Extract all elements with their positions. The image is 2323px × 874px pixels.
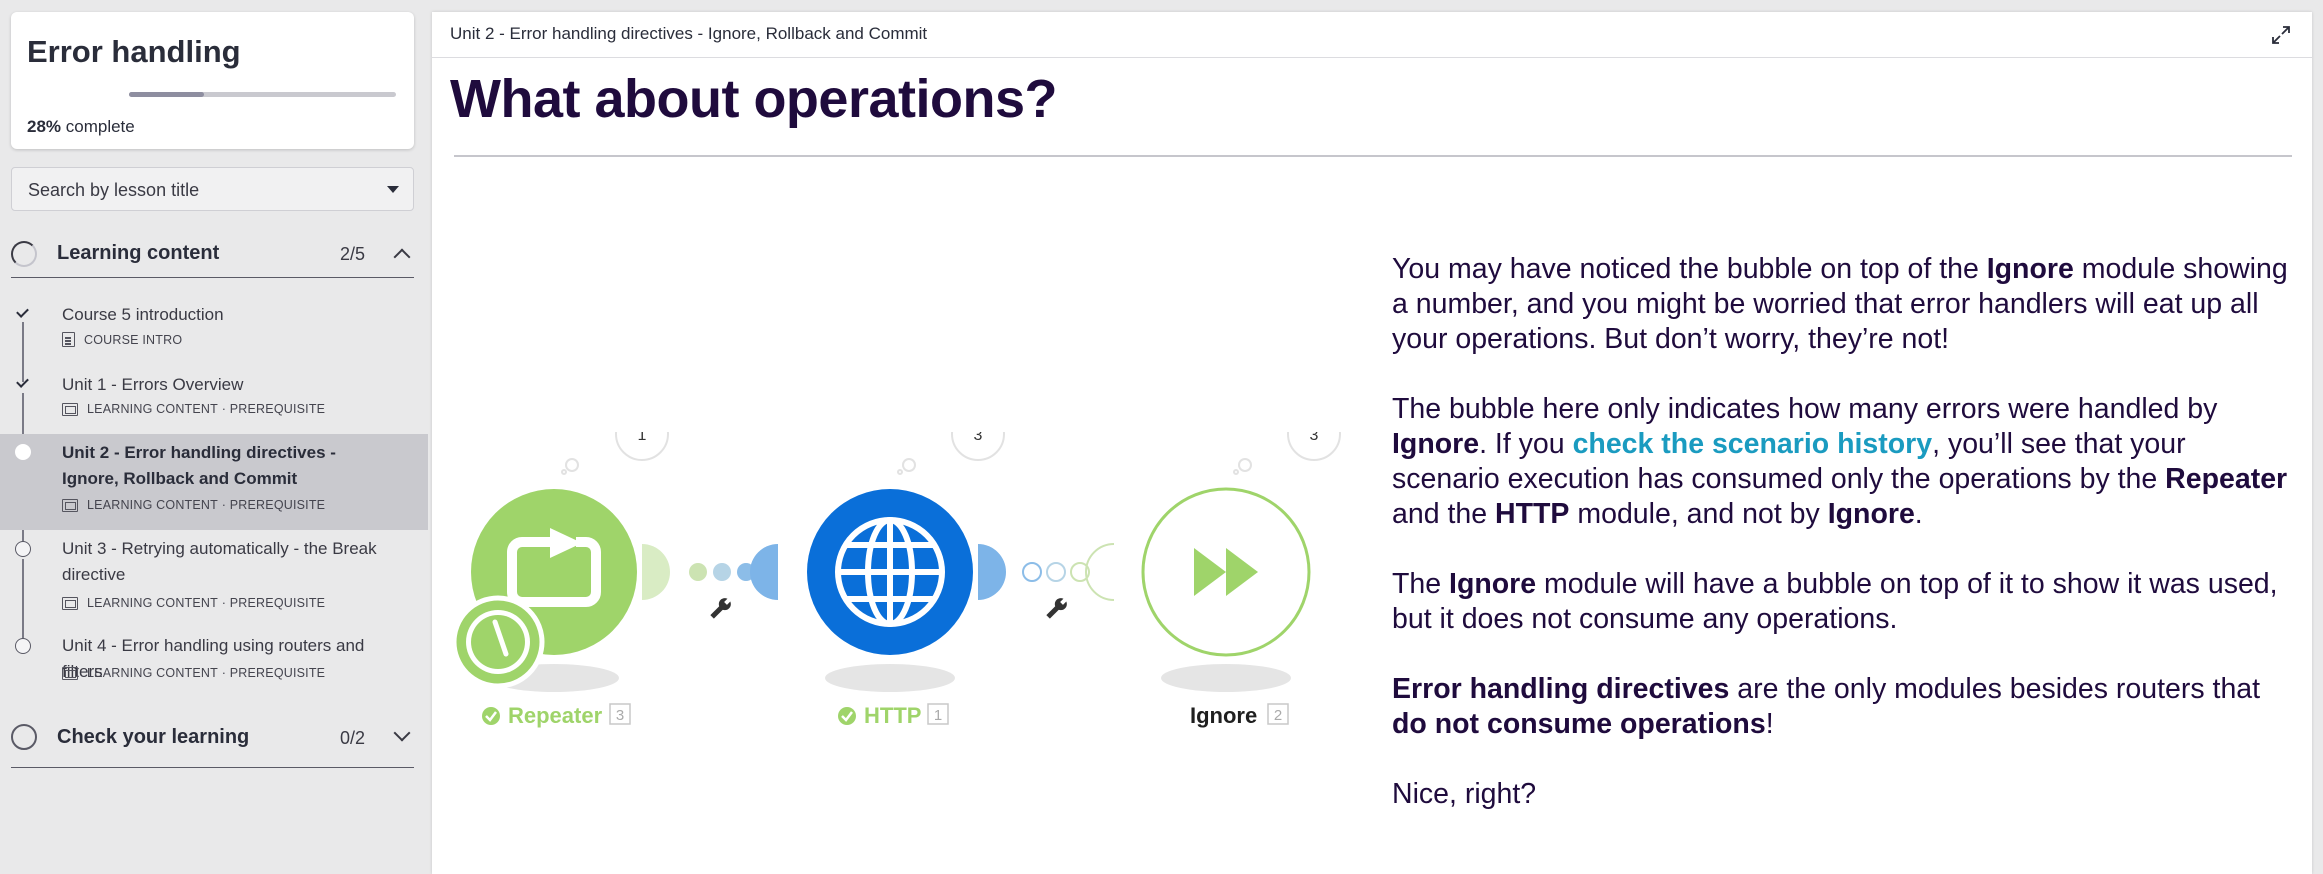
ignore-module-name: Ignore (1190, 703, 1257, 728)
progress-text: 28% complete (27, 117, 135, 137)
lesson-meta: LEARNING CONTENT · PREREQUISITE (62, 402, 325, 416)
bold-text: do not consume operations (1392, 708, 1766, 740)
repeater-bubble-count: 1 (638, 432, 647, 444)
text-segment: and the (1392, 498, 1496, 530)
lesson-item-unit-3[interactable]: Unit 3 - Retrying automatically - the Br… (0, 532, 428, 628)
section-count: 0/2 (340, 728, 366, 748)
progress-bar-fill (129, 92, 204, 97)
lesson-item-unit-1[interactable]: Unit 1 - Errors Overview LEARNING CONTEN… (0, 366, 428, 434)
body-paragraph: The Ignore module will have a bubble on … (1392, 567, 2292, 637)
lesson-item-unit-2[interactable]: Unit 2 - Error handling directives - Ign… (0, 434, 428, 530)
text-segment: ! (1765, 708, 1774, 740)
lesson-item-unit-4[interactable]: Unit 4 - Error handling using routers an… (0, 631, 428, 699)
repeater-module-id: 3 (616, 707, 624, 724)
body-paragraph: Nice, right? (1392, 777, 2292, 812)
expand-icon[interactable] (2270, 24, 2292, 46)
scenario-history-link[interactable]: check the scenario history (1573, 428, 1933, 460)
sidebar: Error handling 28% complete Search by le… (0, 0, 428, 874)
repeater-module-name: Repeater (508, 703, 603, 728)
section-check-your-learning[interactable]: Check your learning 0/2 (11, 712, 414, 768)
bold-text: Repeater (2165, 463, 2288, 495)
caret-down-icon (387, 186, 399, 193)
status-ok-icon (838, 707, 856, 725)
lesson-title: Unit 1 - Errors Overview (62, 375, 244, 394)
breadcrumb-bar: Unit 2 - Error handling directives - Ign… (432, 12, 2312, 58)
document-icon (62, 332, 75, 347)
empty-circle-icon (15, 541, 31, 557)
bold-text: Error handling directives (1392, 673, 1730, 705)
progress-ring-icon (11, 241, 37, 267)
bold-text: Ignore (1986, 253, 2074, 285)
progress-percent: 28% (27, 117, 62, 136)
globe-icon (835, 517, 945, 627)
current-lesson-dot-icon (15, 444, 31, 460)
lesson-meta: LEARNING CONTENT · PREREQUISITE (62, 596, 325, 610)
lesson-search-label: Search by lesson title (28, 180, 200, 200)
screen-icon (62, 596, 78, 610)
wrench-icon (710, 597, 732, 619)
connection-repeater-http (689, 544, 778, 619)
text-segment: . If you (1479, 428, 1573, 460)
clock-icon (451, 595, 545, 689)
section-label: Check your learning (57, 726, 250, 748)
lesson-title: Unit 3 - Retrying automatically - the Br… (62, 539, 377, 584)
section-learning-content[interactable]: Learning content 2/5 (11, 228, 414, 278)
ignore-module: 3 Ignore 2 (1141, 432, 1341, 728)
bold-text: Ignore (1392, 428, 1480, 460)
chevron-up-icon (393, 248, 411, 266)
scenario-diagram: 1 Repeater 3 3 HTTP 1 3 Ignore 2 (451, 432, 1341, 728)
status-ok-icon (482, 707, 500, 725)
chevron-down-icon (393, 724, 411, 742)
body-paragraph: Error handling directives are the only m… (1392, 672, 2292, 742)
wrench-icon (1046, 597, 1068, 619)
progress-bar (129, 92, 396, 97)
check-icon (15, 305, 31, 321)
screen-icon (62, 402, 78, 416)
text-segment: You may have noticed the bubble on top o… (1392, 253, 1987, 285)
section-label: Learning content (57, 242, 220, 264)
lesson-body-text: You may have noticed the bubble on top o… (1392, 252, 2292, 847)
course-title: Error handling (27, 34, 241, 69)
progress-suffix: complete (61, 117, 135, 136)
bold-text: HTTP (1495, 498, 1570, 530)
screen-icon (62, 666, 78, 680)
ignore-module-id: 2 (1274, 707, 1282, 724)
bold-text: Ignore (1449, 568, 1537, 600)
lesson-content-panel: Unit 2 - Error handling directives - Ign… (432, 12, 2312, 874)
text-segment: Nice, right? (1392, 778, 1537, 810)
lesson-meta: LEARNING CONTENT · PREREQUISITE (62, 498, 325, 512)
lesson-meta: LEARNING CONTENT · PREREQUISITE (62, 666, 325, 680)
connection-http-ignore (1022, 543, 1115, 619)
text-segment: . (1914, 498, 1923, 530)
title-divider (454, 155, 2292, 157)
repeater-module: 1 Repeater 3 (451, 432, 670, 728)
course-card: Error handling 28% complete (11, 12, 414, 149)
bold-text: Ignore (1827, 498, 1915, 530)
http-module-id: 1 (934, 707, 942, 724)
check-icon (15, 375, 31, 391)
screen-icon (62, 498, 78, 512)
section-count: 2/5 (340, 244, 366, 264)
http-module-name: HTTP (864, 703, 921, 728)
body-paragraph: The bubble here only indicates how many … (1392, 392, 2292, 532)
lesson-item-course-intro[interactable]: Course 5 introduction COURSE INTRO (0, 296, 428, 364)
lesson-meta: COURSE INTRO (62, 332, 182, 347)
lesson-title: Unit 2 - Error handling directives - Ign… (62, 443, 336, 488)
text-segment: The bubble here only indicates how many … (1392, 393, 2218, 425)
text-segment: module, and not by (1569, 498, 1828, 530)
text-segment: The (1392, 568, 1450, 600)
empty-circle-icon (15, 638, 31, 654)
body-paragraph: You may have noticed the bubble on top o… (1392, 252, 2292, 357)
progress-ring-icon (11, 724, 37, 750)
http-bubble-count: 3 (974, 432, 983, 444)
lesson-title: Course 5 introduction (62, 305, 224, 324)
http-module: 3 HTTP 1 (807, 432, 1006, 728)
breadcrumb: Unit 2 - Error handling directives - Ign… (450, 24, 928, 43)
lesson-search-dropdown[interactable]: Search by lesson title (11, 167, 414, 211)
ignore-bubble-count: 3 (1310, 432, 1319, 444)
text-segment: are the only modules besides routers tha… (1729, 673, 2261, 705)
page-title: What about operations? (450, 69, 1057, 129)
